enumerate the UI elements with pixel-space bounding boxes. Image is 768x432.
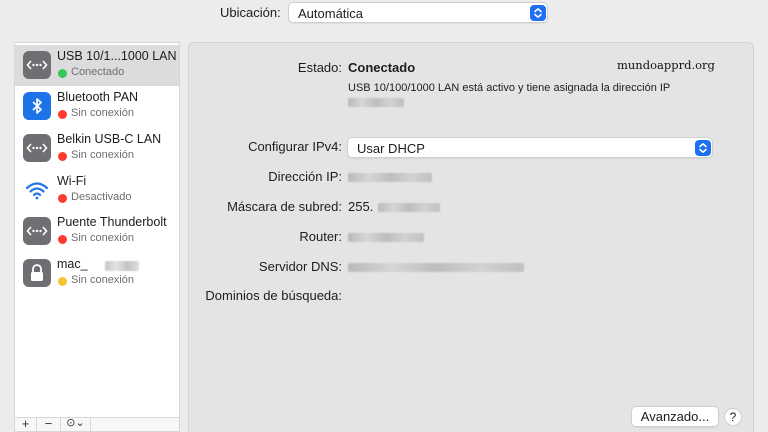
location-select[interactable]: Automática: [288, 2, 548, 23]
redacted-ip-address: [348, 98, 404, 107]
bluetooth-icon: [23, 92, 51, 120]
status-description: USB 10/100/1000 LAN está activo y tiene …: [348, 82, 671, 94]
status-dot: [58, 235, 67, 244]
configure-ipv4-label: Configurar IPv4:: [248, 139, 342, 154]
action-menu-button[interactable]: ⊙⌄: [61, 418, 91, 432]
status-value: Conectado: [348, 60, 416, 75]
status-dot: [58, 277, 67, 286]
configure-ipv4-value: Usar DHCP: [357, 141, 425, 156]
service-name: Puente Thunderbolt: [57, 215, 167, 229]
location-select-value: Automática: [298, 6, 364, 21]
ethernet-icon: [23, 217, 51, 245]
configure-ipv4-select[interactable]: Usar DHCP: [347, 137, 713, 158]
redacted-text: [105, 261, 139, 271]
redacted-subnet-mask: [378, 203, 440, 212]
redacted-ip-value: [348, 173, 432, 182]
lock-icon: [23, 259, 51, 287]
redacted-dns-value: [348, 263, 524, 272]
location-bar: Ubicación: Automática: [0, 0, 768, 28]
subnet-mask-label: Máscara de subred:: [227, 199, 342, 214]
service-name: mac_: [57, 257, 88, 271]
chevron-updown-icon: [530, 5, 546, 21]
sidebar-toolbar: + − ⊙⌄: [14, 417, 180, 432]
ethernet-icon: [23, 51, 51, 79]
status-dot: [58, 69, 67, 78]
status-dot: [58, 110, 67, 119]
service-status: Sin conexión: [71, 149, 134, 161]
add-service-button[interactable]: +: [15, 417, 37, 432]
status-dot: [58, 194, 67, 203]
service-status: Sin conexión: [71, 232, 134, 244]
service-status: Conectado: [71, 66, 125, 78]
service-status: Desactivado: [71, 191, 132, 203]
search-domains-label: Dominios de búsqueda:: [205, 288, 342, 303]
redacted-router-value: [348, 233, 424, 242]
service-status: Sin conexión: [71, 274, 134, 286]
ip-address-label: Dirección IP:: [268, 169, 342, 184]
help-button[interactable]: ?: [724, 408, 742, 426]
chevron-updown-icon: [695, 140, 711, 156]
remove-service-button[interactable]: −: [37, 417, 61, 432]
service-name: Wi-Fi: [57, 174, 87, 188]
wifi-icon: [23, 176, 51, 204]
service-name: Bluetooth PAN: [57, 90, 139, 104]
status-label: Estado:: [297, 60, 342, 75]
router-label: Router:: [299, 229, 342, 244]
advanced-button[interactable]: Avanzado...: [631, 406, 719, 427]
subnet-mask-value: 255.: [348, 199, 374, 214]
service-item-bluetooth-pan[interactable]: Bluetooth PAN Sin conexión: [15, 86, 179, 127]
status-dot: [58, 152, 67, 161]
service-status: Sin conexión: [71, 107, 134, 119]
dns-server-label: Servidor DNS:: [258, 259, 342, 274]
ethernet-icon: [23, 134, 51, 162]
watermark: mundoapprd.org: [617, 58, 715, 72]
location-label: Ubicación:: [220, 5, 281, 20]
